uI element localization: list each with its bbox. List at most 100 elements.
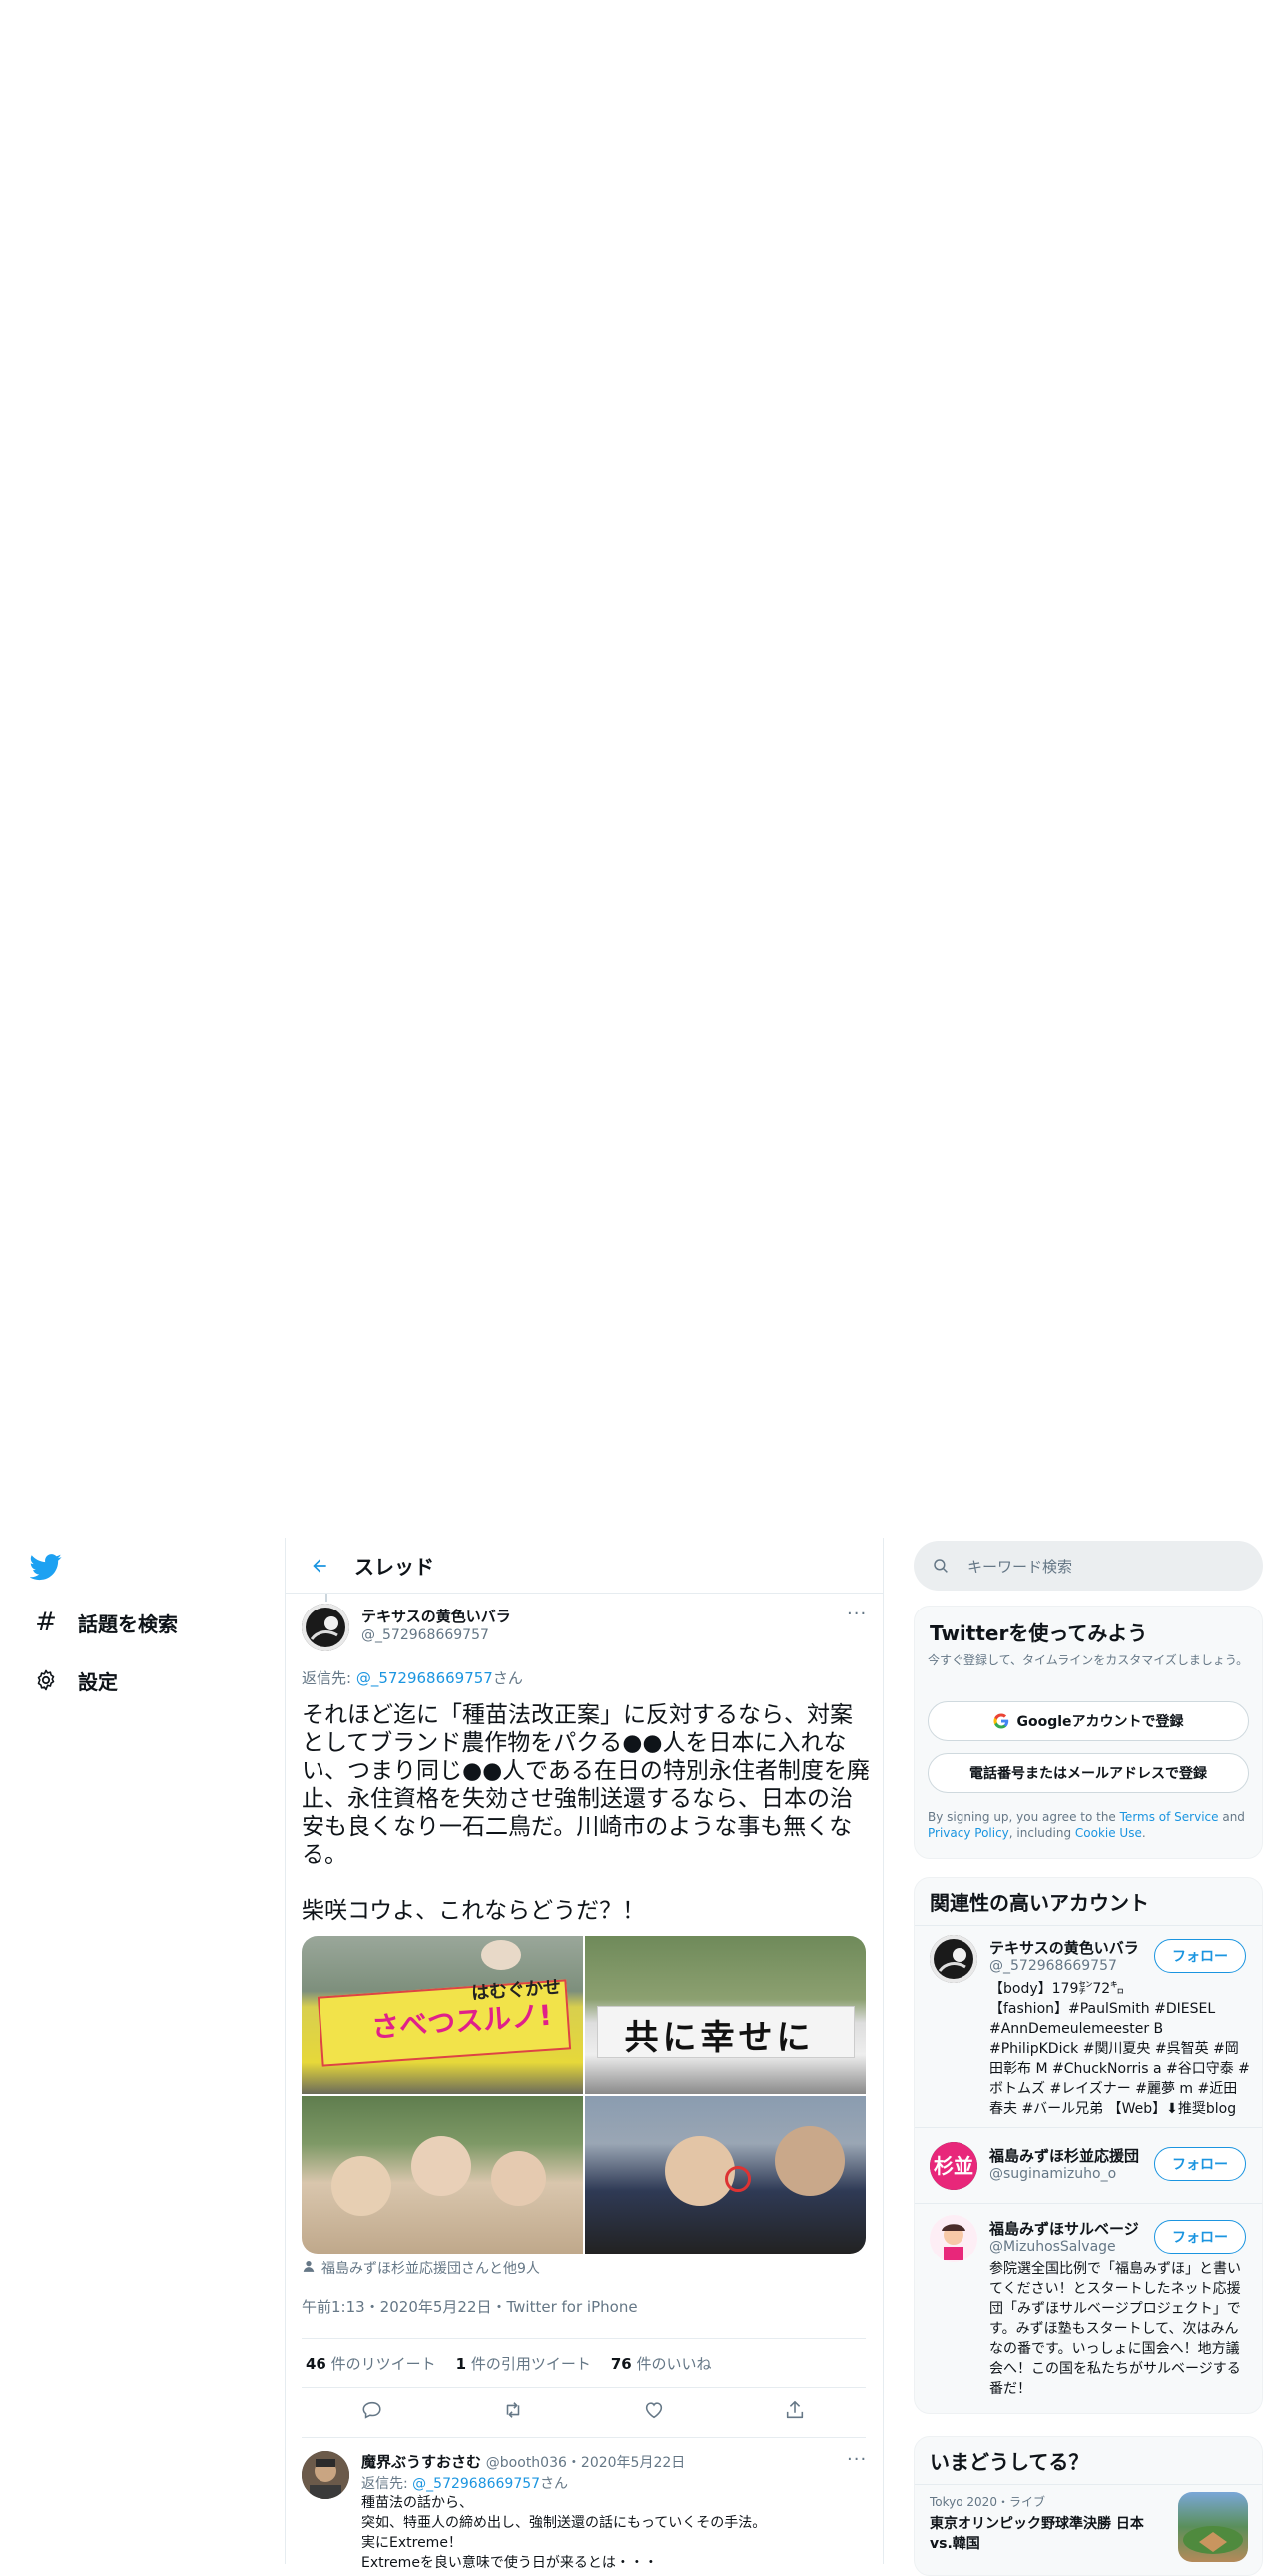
- retweets-stat[interactable]: 46 件のリツイート: [306, 2353, 436, 2374]
- terms-link[interactable]: Terms of Service: [1120, 1810, 1219, 1824]
- reply-to-line: 返信先: @_572968669757さん: [361, 2473, 568, 2493]
- badge: [724, 2166, 751, 2192]
- more-icon[interactable]: ···: [847, 1604, 867, 1624]
- quotes-stat[interactable]: 1 件の引用ツイート: [456, 2353, 591, 2374]
- likes-count: 76: [610, 2354, 632, 2373]
- twitter-logo-icon[interactable]: [29, 1551, 62, 1583]
- person-icon: [302, 2259, 316, 2277]
- person: [481, 1940, 521, 1970]
- account-handle[interactable]: @MizuhosSalvage: [989, 2239, 1116, 2254]
- trend-meta: Tokyo 2020・ライブ: [930, 2495, 1045, 2509]
- account-bio: 参院選全国比例で「福島みずほ」と書いてください！とスタートしたネット応援団「みず…: [989, 2261, 1241, 2397]
- terms-prefix: By signing up, you agree to the: [928, 1810, 1120, 1824]
- author-name[interactable]: テキサスの黄色いバラ: [361, 1606, 511, 1626]
- follow-button[interactable]: フォロー: [1154, 2220, 1246, 2254]
- reply-line: Extremeを良い意味で使う日が来るとは・・・: [361, 2555, 658, 2571]
- reply-suffix: さん: [492, 1669, 523, 1687]
- thread-connector: [325, 1594, 327, 1602]
- share-icon[interactable]: [784, 2399, 806, 2426]
- tweet-media[interactable]: さべつスルノ! はむぐかせ 共に幸せに: [302, 1936, 866, 2254]
- person: [331, 2156, 391, 2216]
- photo-3[interactable]: [302, 2096, 583, 2254]
- reply-to-handle[interactable]: @_572968669757: [412, 2476, 540, 2492]
- trend-title[interactable]: 東京オリンピック野球準決勝 日本 vs.韓国: [930, 2514, 1169, 2554]
- signup-subtitle: 今すぐ登録して、タイムラインをカスタマイズしましょう。: [928, 1653, 1249, 1667]
- reply-author-line: 魔界ぶうすおさむ @booth036・2020年5月22日: [361, 2451, 685, 2472]
- reply-line: 種苗法の話から、: [361, 2495, 473, 2511]
- google-signup-label: Googleアカウントで登録: [1016, 1714, 1184, 1730]
- trends-title: いまどうしてる？: [930, 2450, 1089, 2474]
- account-name[interactable]: 福島みずほサルベージ: [989, 2218, 1149, 2239]
- privacy-link[interactable]: Privacy Policy: [928, 1826, 1009, 1840]
- phone-signup-button[interactable]: 電話番号またはメールアドレスで登録: [928, 1753, 1249, 1793]
- back-arrow-icon[interactable]: [305, 1551, 334, 1581]
- divider: [915, 1925, 1262, 1926]
- author-handle[interactable]: @_572968669757: [361, 1627, 489, 1643]
- retweet-icon[interactable]: [502, 2399, 524, 2426]
- signup-title: Twitterを使ってみよう: [930, 1621, 1148, 1645]
- follow-button[interactable]: フォロー: [1154, 1939, 1246, 1973]
- avatar[interactable]: [930, 2215, 977, 2262]
- google-signup-button[interactable]: Googleアカウントで登録: [928, 1701, 1249, 1741]
- reply-line: 突如、特亜人の締め出し、強制送還の話にもっていくその手法。: [361, 2515, 767, 2531]
- reply-author-name[interactable]: 魔界ぶうすおさむ: [361, 2453, 481, 2471]
- likes-label: 件のいいね: [631, 2354, 712, 2373]
- divider: [915, 2127, 1262, 2128]
- trend-thumbnail[interactable]: [1178, 2492, 1248, 2562]
- tweet-stats: 46 件のリツイート 1 件の引用ツイート 76 件のいいね: [302, 2338, 866, 2388]
- reply-to-handle[interactable]: @_572968669757: [356, 1669, 493, 1687]
- avatar[interactable]: [302, 1604, 349, 1651]
- reply-icon[interactable]: [361, 2399, 383, 2426]
- reply-date[interactable]: ・2020年5月22日: [567, 2455, 685, 2471]
- phone-signup-label: 電話番号またはメールアドレスで登録: [969, 1766, 1207, 1782]
- account-name[interactable]: テキサスの黄色いバラ: [989, 1937, 1139, 1958]
- account-handle[interactable]: @suginamizuho_o: [989, 2166, 1116, 2182]
- nav-settings[interactable]: 設定: [30, 1655, 118, 1705]
- gear-icon: [30, 1664, 62, 1696]
- cookie-link[interactable]: Cookie Use: [1075, 1826, 1142, 1840]
- person: [491, 2151, 546, 2206]
- retweets-count: 46: [306, 2354, 326, 2373]
- reply-text: 種苗法の話から、 突如、特亜人の締め出し、強制送還の話にもっていくその手法。 実…: [361, 2493, 861, 2573]
- search-input[interactable]: キーワード検索: [967, 1556, 1072, 1577]
- avatar[interactable]: [930, 1935, 977, 1983]
- tagged-text: 福島みずほ杉並応援団さんと他9人: [321, 2261, 540, 2277]
- nav-settings-label: 設定: [78, 1669, 118, 1694]
- tagged-users[interactable]: 福島みずほ杉並応援団さんと他9人: [302, 2258, 540, 2278]
- photo-4[interactable]: [584, 2096, 866, 2254]
- like-icon[interactable]: [643, 2399, 665, 2426]
- photo-1[interactable]: さべつスルノ! はむぐかせ: [302, 1936, 583, 2094]
- more-icon[interactable]: ···: [847, 2449, 867, 2470]
- nav-explore-label: 話題を検索: [78, 1611, 178, 1636]
- google-icon: [992, 1712, 1010, 1730]
- account-name[interactable]: 福島みずほ杉並応援団: [989, 2145, 1139, 2166]
- terms-end: .: [1141, 1826, 1146, 1840]
- search-box[interactable]: キーワード検索: [914, 1541, 1263, 1591]
- photo-2[interactable]: 共に幸せに: [584, 1936, 866, 2094]
- svg-text:杉並: 杉並: [934, 2154, 973, 2178]
- account-handle[interactable]: @_572968669757: [989, 1958, 1117, 1974]
- reply-line: 実にExtreme！: [361, 2535, 462, 2551]
- terms-including: , including: [1008, 1826, 1075, 1840]
- avatar[interactable]: [302, 2451, 349, 2499]
- reply-author-handle[interactable]: @booth036: [486, 2455, 567, 2471]
- likes-stat[interactable]: 76 件のいいね: [611, 2353, 712, 2374]
- nav-explore[interactable]: # 話題を検索: [30, 1598, 178, 1647]
- person: [774, 2126, 845, 2196]
- divider: [915, 2484, 1262, 2485]
- divider: [915, 2203, 1262, 2204]
- banner-text: 共に幸せに: [624, 2018, 815, 2058]
- related-title: 関連性の高いアカウント: [930, 1891, 1149, 1915]
- signup-terms: By signing up, you agree to the Terms of…: [928, 1809, 1257, 1841]
- reply-prefix: 返信先:: [361, 2476, 413, 2492]
- follow-button[interactable]: フォロー: [1154, 2147, 1246, 2181]
- search-icon: [932, 1557, 950, 1575]
- thread-header: スレッド: [285, 1538, 884, 1594]
- tweet-timestamp[interactable]: 午前1:13・2020年5月22日・Twitter for iPhone: [302, 2296, 638, 2317]
- page-title: スレッド: [354, 1555, 434, 1579]
- avatar[interactable]: 杉並: [930, 2142, 977, 2190]
- retweets-label: 件のリツイート: [325, 2354, 436, 2373]
- hash-icon: #: [35, 1608, 57, 1637]
- quotes-label: 件の引用ツイート: [466, 2354, 591, 2373]
- terms-and: and: [1218, 1810, 1245, 1824]
